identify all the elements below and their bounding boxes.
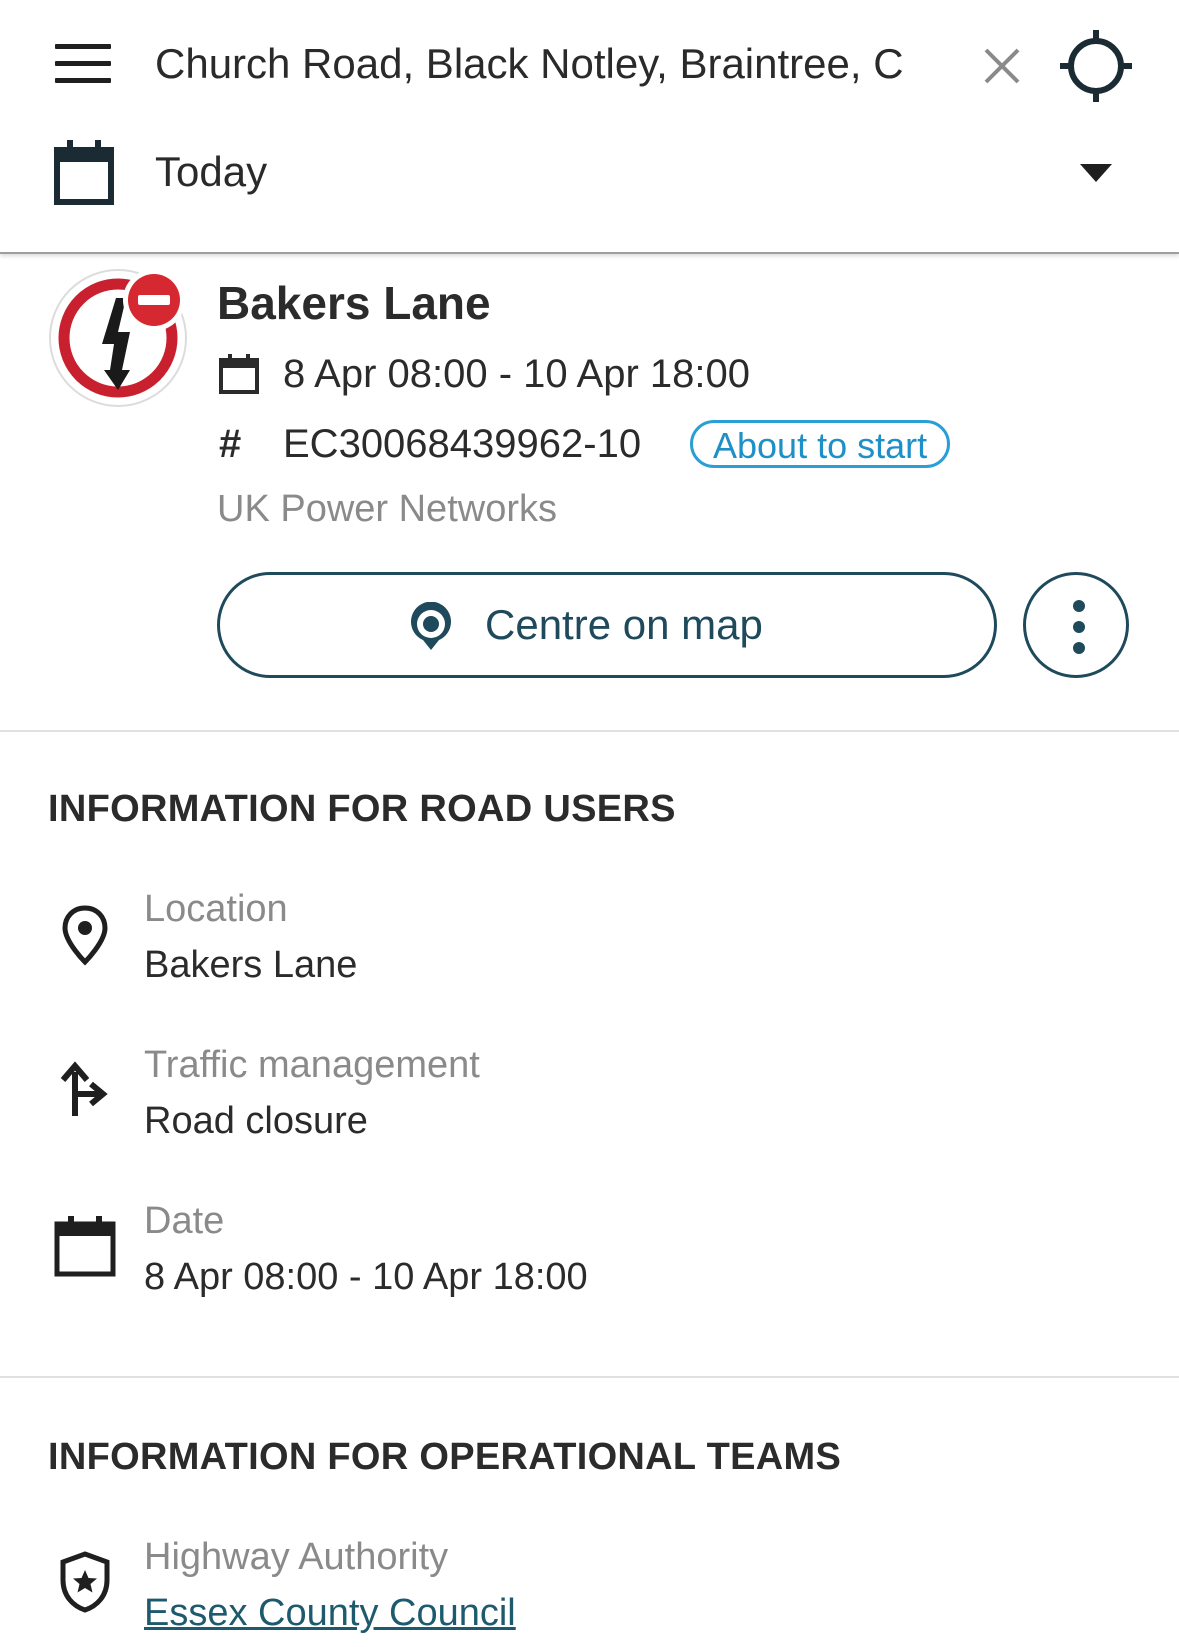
traffic-management-row: Traffic management Road closure (0, 1040, 1179, 1150)
calendar-icon (219, 354, 259, 394)
status-badge: About to start (690, 420, 951, 468)
shield-star-icon (60, 1551, 110, 1613)
highway-authority-row: Highway Authority Essex County Council (0, 1532, 1179, 1642)
hamburger-menu-line (55, 61, 111, 66)
date-label: Date (144, 1200, 225, 1242)
date-filter-value: Today (155, 148, 268, 195)
work-title: Bakers Lane (217, 277, 491, 329)
hamburger-menu-line (55, 78, 111, 83)
search-input[interactable]: Church Road, Black Notley, Braintree, C (155, 36, 935, 92)
highway-authority-link[interactable]: Essex County Council (144, 1588, 516, 1638)
location-row: Location Bakers Lane (0, 884, 1179, 994)
electric-works-road-closure-icon (49, 269, 187, 407)
date-row: Date 8 Apr 08:00 - 10 Apr 18:00 (0, 1196, 1179, 1306)
location-value: Bakers Lane (144, 944, 358, 986)
date-filter-select[interactable]: Today (0, 128, 1179, 228)
hash-icon: # (219, 422, 242, 466)
section-divider (0, 1376, 1179, 1378)
hamburger-menu-icon (55, 44, 111, 49)
target-pin-icon (411, 602, 451, 650)
work-organisation: UK Power Networks (217, 488, 557, 530)
more-vert-dot (1073, 621, 1085, 633)
date-value: 8 Apr 08:00 - 10 Apr 18:00 (144, 1256, 588, 1298)
calendar-icon (54, 140, 114, 205)
operational-teams-heading: INFORMATION FOR OPERATIONAL TEAMS (48, 1436, 842, 1478)
centre-on-map-button[interactable]: Centre on map (217, 572, 997, 678)
location-pin-icon (62, 905, 108, 966)
my-location-button[interactable] (1058, 28, 1134, 104)
work-card: Bakers Lane 8 Apr 08:00 - 10 Apr 18:00 #… (0, 254, 1179, 732)
crosshair-icon (1060, 30, 1132, 102)
menu-button[interactable] (55, 44, 111, 84)
diversion-arrow-icon (60, 1061, 108, 1116)
more-vert-dot (1073, 642, 1085, 654)
traffic-management-value: Road closure (144, 1100, 368, 1142)
clear-search-button[interactable] (978, 42, 1026, 90)
top-bar: Church Road, Black Notley, Braintree, C … (0, 0, 1179, 254)
dropdown-arrow-icon (1080, 164, 1112, 182)
more-options-button[interactable] (1023, 572, 1129, 678)
road-users-heading: INFORMATION FOR ROAD USERS (48, 788, 676, 830)
calendar-icon (54, 1216, 116, 1277)
work-dates-text: 8 Apr 08:00 - 10 Apr 18:00 (283, 352, 751, 396)
more-vert-icon (1073, 600, 1085, 612)
location-label: Location (144, 888, 288, 930)
centre-on-map-label: Centre on map (485, 601, 763, 648)
traffic-management-label: Traffic management (144, 1044, 480, 1086)
highway-authority-label: Highway Authority (144, 1536, 449, 1578)
work-reference-text: EC30068439962-10 (283, 422, 642, 466)
close-icon (984, 48, 1020, 84)
